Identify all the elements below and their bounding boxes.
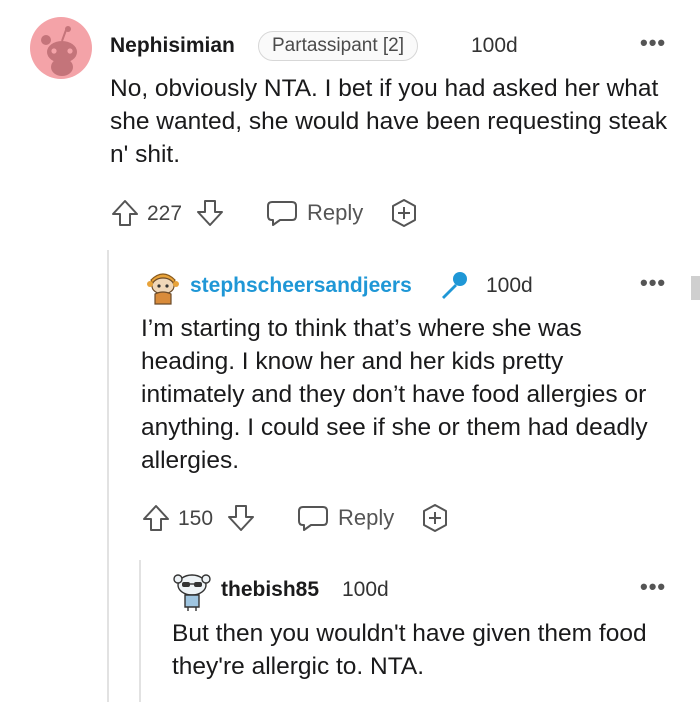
comment-body: But then you wouldn't have given them fo… [172,620,647,680]
microphone-icon [438,270,470,302]
snoo-avatar-icon [30,17,92,79]
award-icon[interactable] [389,198,419,228]
comment: stephscheersandjeers 100d ••• I’m starti… [0,250,700,560]
snoo-avatar-icon [173,574,211,611]
comment: Nephisimian Partassipant [2] 100d ••• No… [0,0,700,250]
user-flair: Partassipant [2] [258,31,419,61]
more-options-icon[interactable]: ••• [640,30,666,56]
comment-author[interactable]: Nephisimian [110,34,235,58]
upvote-icon[interactable] [110,198,140,228]
more-options-icon[interactable]: ••• [640,574,666,600]
downvote-icon[interactable] [226,503,256,533]
comment-age: 100d [471,34,518,57]
avatar[interactable] [30,17,92,79]
vote-count: 150 [178,507,214,530]
more-options-icon[interactable]: ••• [640,270,666,296]
reply-button[interactable]: Reply [297,503,407,533]
comment-bubble-icon [298,506,328,531]
comment-author[interactable]: thebish85 [221,578,319,602]
comment-author[interactable]: stephscheersandjeers [190,274,412,298]
downvote-icon[interactable] [195,198,225,228]
comment: thebish85 100d ••• But then you wouldn't… [0,560,700,702]
comment-age: 100d [486,274,533,297]
comment-body: I’m starting to think that’s where she w… [141,315,648,474]
vote-count: 227 [147,202,183,225]
avatar[interactable] [143,266,183,306]
reply-label: Reply [338,505,395,530]
comment-body: No, obviously NTA. I bet if you had aske… [110,75,668,168]
reply-label: Reply [307,200,364,225]
upvote-icon[interactable] [141,503,171,533]
award-icon[interactable] [420,503,450,533]
comment-bubble-icon [267,201,297,226]
reply-button[interactable]: Reply [266,198,376,228]
snoo-avatar-icon [147,273,179,305]
avatar[interactable] [173,571,211,611]
comment-age: 100d [342,578,389,601]
